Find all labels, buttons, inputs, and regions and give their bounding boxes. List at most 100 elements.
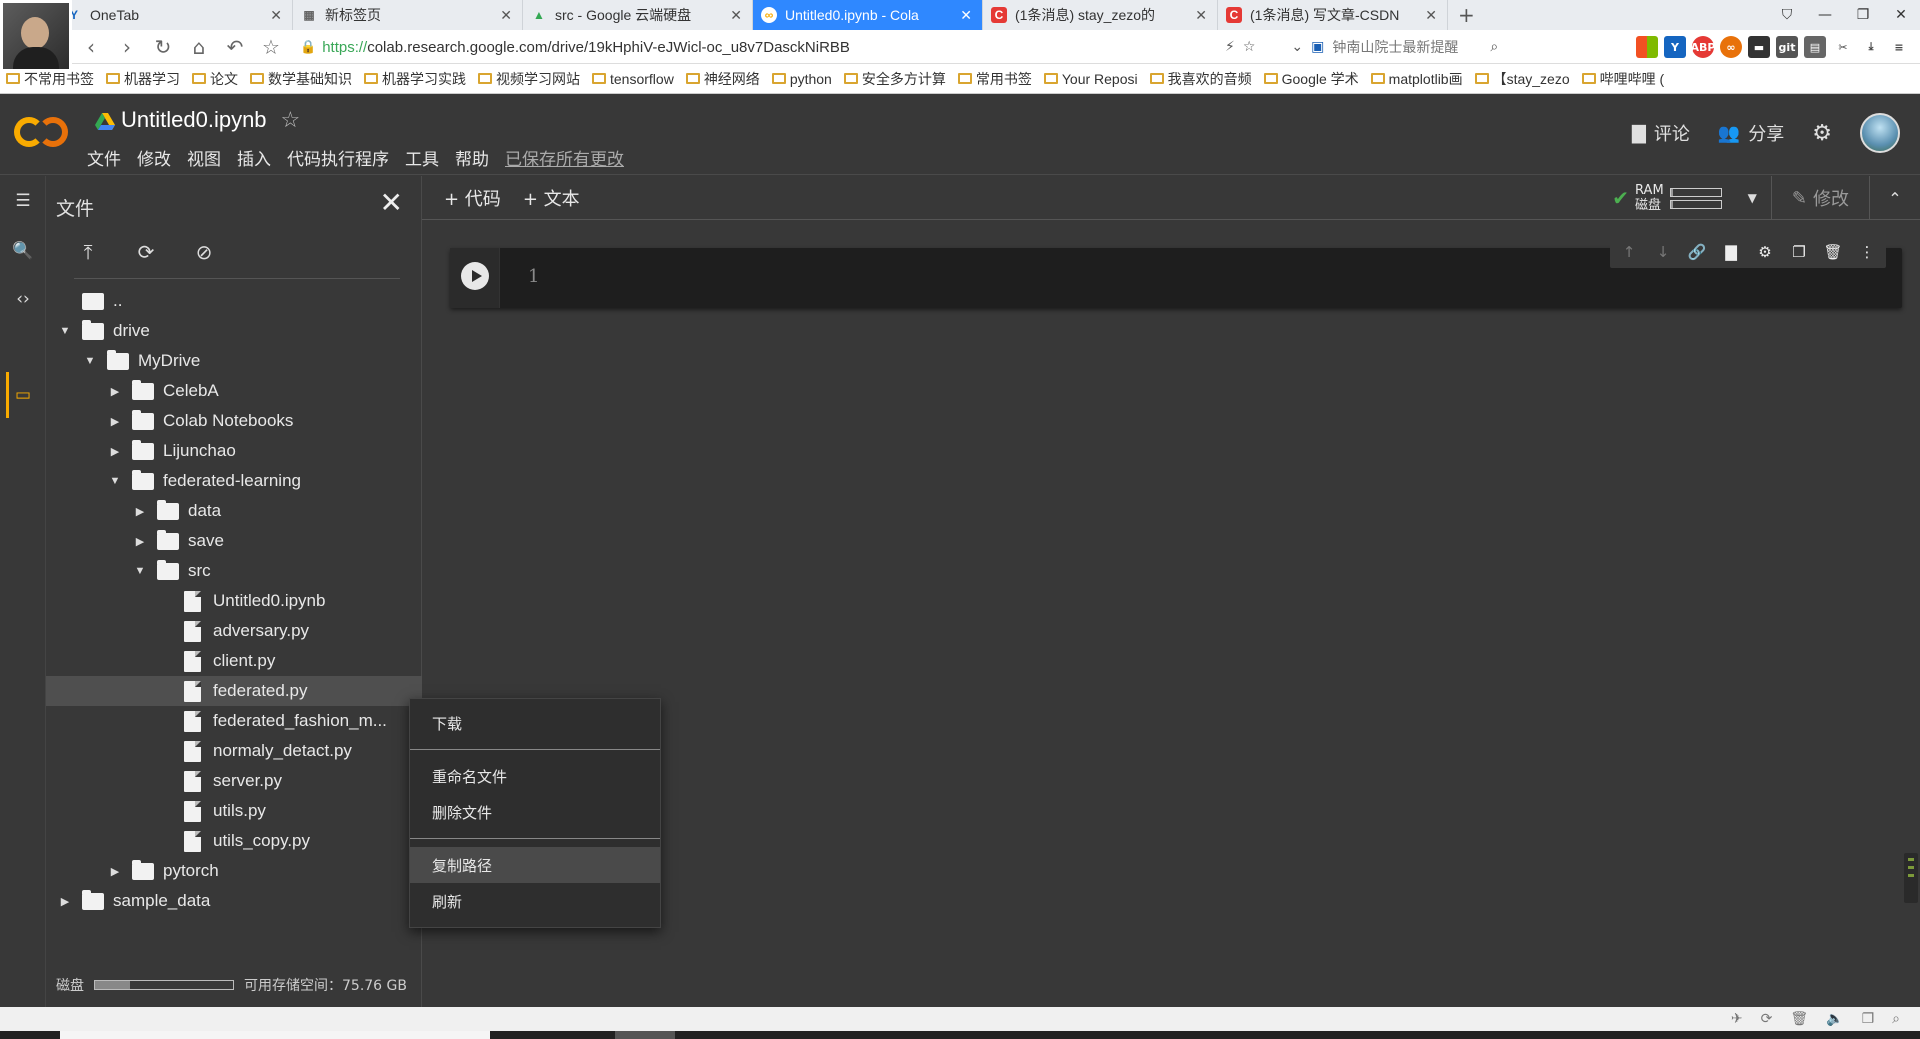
caret-down-icon[interactable]: ▼ — [83, 355, 97, 367]
folder-row[interactable]: ▶ save — [46, 526, 422, 556]
favorite-icon[interactable]: ☆ — [1243, 39, 1256, 55]
bookmark-item[interactable]: 哔哩哔哩 ( — [1576, 69, 1671, 89]
menu-item[interactable]: 文件 — [87, 145, 121, 170]
speaker-icon[interactable]: 🔈 — [1826, 1011, 1843, 1027]
file-row[interactable]: utils_copy.py — [46, 826, 422, 856]
search-icon[interactable]: ⌕ — [1490, 39, 1498, 55]
extension-window-icon[interactable]: ⛉ — [1768, 0, 1806, 30]
caret-right-icon[interactable]: ▶ — [108, 385, 122, 398]
folder-row[interactable]: ▶ Lijunchao — [46, 436, 422, 466]
close-icon[interactable]: ✕ — [380, 186, 403, 219]
menu-item[interactable]: 插入 — [237, 145, 271, 170]
user-avatar[interactable] — [1860, 113, 1900, 153]
file-row[interactable]: client.py — [46, 646, 422, 676]
menu-item-download[interactable]: 下载 — [410, 705, 660, 741]
browser-tab[interactable]: C (1条消息) 写文章-CSDN ✕ — [1218, 0, 1448, 30]
chart-extension-icon[interactable]: ▤ — [1804, 36, 1826, 58]
bookmark-item[interactable]: Google 学术 — [1258, 69, 1365, 89]
folder-row[interactable]: ▶ CelebA — [46, 376, 422, 406]
caret-right-icon[interactable]: ▶ — [108, 865, 122, 878]
menu-item[interactable]: 修改 — [137, 145, 171, 170]
menu-item[interactable]: 工具 — [405, 145, 439, 170]
bookmark-item[interactable]: python — [766, 71, 838, 87]
caret-right-icon[interactable]: ▶ — [108, 445, 122, 458]
browser-tab[interactable]: C (1条消息) stay_zezo的 ✕ — [983, 0, 1218, 30]
window-icon[interactable]: ❐ — [1862, 1011, 1875, 1027]
menu-item-rename[interactable]: 重命名文件 — [410, 758, 660, 794]
bookmark-item[interactable]: 常用书签 — [952, 69, 1038, 89]
saved-status[interactable]: 已保存所有更改 — [505, 145, 624, 170]
caret-right-icon[interactable]: ▶ — [108, 415, 122, 428]
reload-icon[interactable]: ↻ — [148, 32, 178, 62]
caret-down-icon[interactable]: ▼ — [108, 475, 122, 487]
close-tab-icon[interactable]: ✕ — [1195, 7, 1207, 24]
restore-button[interactable]: ❐ — [1844, 0, 1882, 30]
chevron-down-icon[interactable]: ▼ — [1748, 191, 1757, 205]
folder-row[interactable]: ▼ src — [46, 556, 422, 586]
bookmark-star-icon[interactable]: ☆ — [256, 32, 286, 62]
caret-right-icon[interactable]: ▶ — [58, 895, 72, 908]
bookmark-item[interactable]: 神经网络 — [680, 69, 766, 89]
zoom-icon[interactable]: ⌕ — [1892, 1011, 1900, 1027]
star-icon[interactable]: ☆ — [281, 107, 301, 133]
menu-item[interactable]: 视图 — [187, 145, 221, 170]
menu-icon[interactable]: ≡ — [1888, 36, 1910, 58]
folder-row[interactable]: ▶ Colab Notebooks — [46, 406, 422, 436]
close-tab-icon[interactable]: ✕ — [960, 7, 972, 24]
menu-item-refresh[interactable]: 刷新 — [410, 883, 660, 919]
profile-avatar[interactable] — [0, 0, 72, 72]
new-tab-button[interactable]: + — [1448, 0, 1485, 30]
bookmark-item[interactable]: 【stay_zezo — [1469, 69, 1576, 89]
folder-row[interactable]: ▶ pytorch — [46, 856, 422, 886]
file-row[interactable]: Untitled0.ipynb — [46, 586, 422, 616]
colab-logo[interactable] — [14, 115, 70, 151]
trash-icon[interactable]: 🗑 — [1820, 240, 1846, 264]
git-extension-icon[interactable]: git — [1776, 36, 1798, 58]
adblock-extension-icon[interactable]: ABP — [1691, 36, 1715, 58]
trash-icon[interactable]: 🗑 — [1790, 1011, 1808, 1027]
lightning-icon[interactable]: ⚡ — [1225, 39, 1235, 55]
close-tab-icon[interactable]: ✕ — [730, 7, 742, 24]
home-icon[interactable]: ⌂ — [184, 32, 214, 62]
run-cell-button[interactable] — [461, 262, 489, 290]
browser-tab[interactable]: Y OneTab ✕ — [58, 0, 293, 30]
file-row[interactable]: utils.py — [46, 796, 422, 826]
url-field[interactable]: 🔒 https://colab.research.google.com/driv… — [300, 36, 1220, 58]
browser-tab[interactable]: ▦ 新标签页 ✕ — [293, 0, 523, 30]
code-snippets-icon[interactable]: ‹› — [10, 286, 36, 312]
colab-extension-icon[interactable]: ∞ — [1720, 36, 1742, 58]
caret-down-icon[interactable]: ▼ — [58, 325, 72, 337]
caret-right-icon[interactable]: ▶ — [133, 535, 147, 548]
resources-indicator[interactable]: ✔ RAM 磁盘 ▼ — [1612, 183, 1757, 213]
undo-close-icon[interactable]: ↶ — [220, 32, 250, 62]
close-tab-icon[interactable]: ✕ — [500, 7, 512, 24]
terminal-extension-icon[interactable]: ▬ — [1748, 36, 1770, 58]
bookmark-item[interactable]: Your Reposi — [1038, 71, 1144, 87]
comment-icon[interactable]: ▇ — [1718, 240, 1744, 264]
browser-tab[interactable]: ▲ src - Google 云端硬盘 ✕ — [523, 0, 753, 30]
add-code-button[interactable]: + 代码 — [444, 185, 501, 211]
folder-row[interactable]: ▼ federated-learning — [46, 466, 422, 496]
cut-extension-icon[interactable]: ✂ — [1832, 36, 1854, 58]
close-window-button[interactable]: ✕ — [1882, 0, 1920, 30]
search-icon[interactable]: 🔍 — [10, 238, 36, 264]
bookmark-item[interactable]: 数学基础知识 — [244, 69, 358, 89]
forward-icon[interactable]: › — [112, 32, 142, 62]
share-button[interactable]: 👥 分享 — [1718, 120, 1784, 146]
scrollbar-marker[interactable] — [1904, 853, 1918, 903]
menu-item[interactable]: 帮助 — [455, 145, 489, 170]
plane-icon[interactable]: ✈ — [1731, 1011, 1743, 1027]
bookmark-item[interactable]: 机器学习 — [100, 69, 186, 89]
bookmark-item[interactable]: 机器学习实践 — [358, 69, 472, 89]
bookmark-item[interactable]: 视频学习网站 — [472, 69, 586, 89]
folder-row[interactable]: .. — [46, 286, 422, 316]
comment-button[interactable]: ▇ 评论 — [1632, 120, 1690, 146]
back-icon[interactable]: ‹ — [76, 32, 106, 62]
file-row[interactable]: normaly_detact.py — [46, 736, 422, 766]
close-tab-icon[interactable]: ✕ — [270, 7, 282, 24]
caret-down-icon[interactable]: ▼ — [133, 565, 147, 577]
upload-file-icon[interactable]: ⤒ — [74, 238, 102, 266]
folder-row[interactable]: ▼ drive — [46, 316, 422, 346]
menu-item-copy-path[interactable]: 复制路径 — [410, 847, 660, 883]
folder-row[interactable]: ▶ sample_data — [46, 886, 422, 916]
